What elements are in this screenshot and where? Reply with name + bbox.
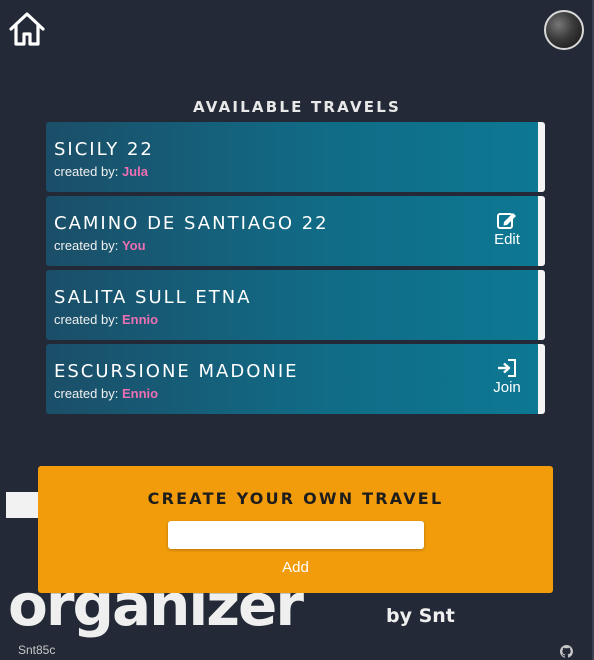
travel-card-salita-sull-etna[interactable]: SALITA SULL ETNA created by: Ennio	[46, 270, 545, 340]
join-travel-button[interactable]: Join	[490, 358, 524, 396]
travel-creator: Ennio	[121, 386, 159, 401]
travel-creator: Jula	[121, 164, 148, 179]
created-by-label: created by:	[54, 238, 119, 253]
sign-in-icon	[498, 359, 516, 377]
travel-card-camino-de-santiago-22[interactable]: CAMINO DE SANTIAGO 22 created by: You Ed…	[46, 196, 545, 266]
travel-creator-line: created by: Ennio	[54, 386, 158, 401]
created-by-label: created by:	[54, 164, 119, 179]
github-link[interactable]	[560, 643, 573, 658]
home-button[interactable]	[7, 10, 47, 48]
join-label: Join	[493, 379, 521, 396]
travel-title: ESCURSIONE MADONIE	[54, 361, 299, 382]
travel-card-escursione-madonie[interactable]: ESCURSIONE MADONIE created by: Ennio Joi…	[46, 344, 545, 414]
background-decoration	[6, 492, 40, 518]
travel-creator: You	[121, 238, 146, 253]
app-author-watermark: by Snt	[386, 605, 455, 627]
github-icon	[560, 645, 573, 658]
new-travel-input[interactable]	[168, 521, 424, 549]
travel-title: CAMINO DE SANTIAGO 22	[54, 213, 329, 234]
available-travels-title: AVAILABLE TRAVELS	[193, 98, 401, 116]
travel-creator-line: created by: Jula	[54, 164, 148, 179]
travel-creator-line: created by: You	[54, 238, 146, 253]
add-travel-button[interactable]: Add	[38, 559, 553, 576]
travel-card-sicily-22[interactable]: SICILY 22 created by: Jula	[46, 122, 545, 192]
footer-author: Snt85c	[18, 643, 56, 657]
travel-creator: Ennio	[121, 312, 159, 327]
created-by-label: created by:	[54, 386, 119, 401]
travel-title: SICILY 22	[54, 139, 154, 160]
edit-travel-button[interactable]: Edit	[490, 210, 524, 248]
home-icon	[9, 12, 45, 46]
travel-title: SALITA SULL ETNA	[54, 287, 252, 308]
user-avatar[interactable]	[544, 10, 584, 50]
create-travel-title: CREATE YOUR OWN TRAVEL	[147, 489, 444, 508]
create-travel-panel: CREATE YOUR OWN TRAVEL Add	[38, 466, 553, 593]
edit-icon	[497, 213, 516, 229]
travel-creator-line: created by: Ennio	[54, 312, 158, 327]
edit-label: Edit	[494, 231, 520, 248]
created-by-label: created by:	[54, 312, 119, 327]
